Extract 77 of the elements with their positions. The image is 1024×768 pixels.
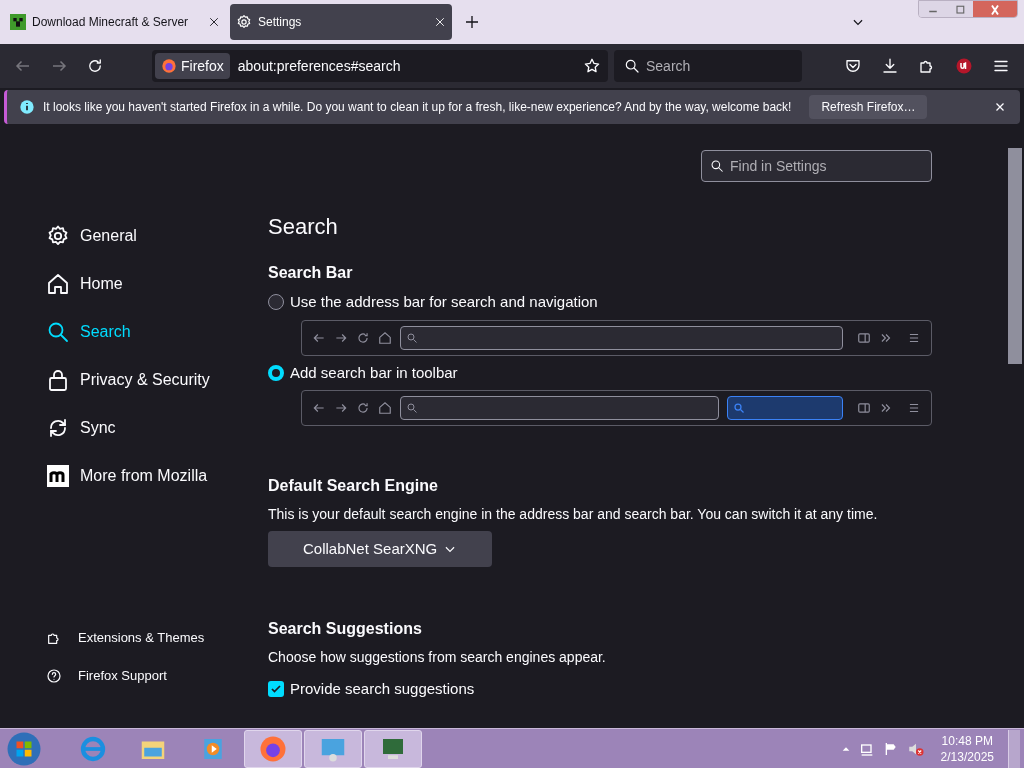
- scrollbar-thumb[interactable]: [1008, 148, 1022, 364]
- start-orb-icon[interactable]: [6, 730, 42, 767]
- engine-dropdown[interactable]: CollabNet SearXNG: [268, 531, 493, 567]
- search-icon: [733, 402, 745, 414]
- sidebar-icon: [857, 330, 871, 345]
- gear-icon: [236, 14, 252, 30]
- home-icon: [378, 401, 392, 415]
- sidebar-item[interactable]: General: [46, 212, 222, 260]
- search-field[interactable]: Search: [614, 50, 802, 82]
- sidebar-item[interactable]: More from Mozilla: [46, 452, 222, 500]
- browser-tab[interactable]: Settings: [230, 4, 452, 40]
- sidebar-link[interactable]: Firefox Support: [46, 664, 222, 688]
- pocket-icon[interactable]: [844, 57, 862, 75]
- identity-button[interactable]: Firefox: [155, 53, 230, 79]
- clock-date: 2/13/2025: [940, 748, 994, 765]
- mozilla-logo-icon: [46, 464, 70, 488]
- close-icon[interactable]: [208, 16, 220, 28]
- address-bar[interactable]: Firefox about:preferences#search: [152, 50, 608, 82]
- page-title: Search: [268, 213, 339, 241]
- puzzle-icon: [46, 630, 62, 646]
- sidebar-item[interactable]: Home: [46, 260, 222, 308]
- checkbox-label: Provide search suggestions: [290, 679, 475, 699]
- chevrons-icon: [879, 401, 893, 415]
- browser-tab[interactable]: Download Minecraft & Server: [4, 4, 226, 40]
- search-icon: [406, 402, 418, 414]
- section-heading: Search Bar: [268, 263, 354, 283]
- tab-title: Settings: [258, 14, 303, 31]
- section-description: Choose how suggestions from search engines appear.: [268, 648, 607, 667]
- sidebar-item[interactable]: Search: [46, 308, 222, 356]
- taskbar-button[interactable]: [244, 729, 302, 768]
- search-icon: [406, 331, 418, 344]
- taskbar-button[interactable]: [364, 729, 422, 768]
- section-description: This is your default search engine in the address bar and search bar. You can switch it at any time.: [268, 505, 879, 524]
- reload-icon: [356, 330, 370, 345]
- menu-icon: [907, 401, 921, 415]
- sidebar-icon: [857, 401, 871, 415]
- search-icon: [624, 58, 640, 74]
- search-placeholder: Search: [646, 56, 691, 76]
- taskbar-button[interactable]: [304, 729, 362, 768]
- help-icon: [46, 668, 62, 684]
- home-icon: [378, 330, 392, 345]
- radio-button[interactable]: [268, 364, 284, 381]
- reload-icon: [356, 401, 370, 415]
- clock-time: 10:48 PM: [941, 732, 993, 749]
- close-icon[interactable]: [994, 101, 1006, 113]
- notification-message: It looks like you haven't started Firefox in a while. Do you want to clean it up for a fresh, like-new experience? And by the way, welcome back!: [43, 99, 792, 116]
- gear-icon: [46, 224, 70, 248]
- sidebar-item[interactable]: Privacy & Security: [46, 356, 222, 404]
- refresh-button[interactable]: Refresh Firefox…: [809, 95, 928, 119]
- home-icon: [46, 272, 70, 296]
- bookmark-star-icon[interactable]: [583, 57, 601, 75]
- section-heading: Search Suggestions: [268, 619, 423, 639]
- section-heading: Default Search Engine: [268, 476, 439, 496]
- find-placeholder: Find in Settings: [730, 156, 827, 176]
- radio-label: Add search bar in toolbar: [290, 362, 458, 383]
- firefox-logo-icon: [161, 58, 177, 74]
- tab-title: Download Minecraft & Server: [32, 14, 190, 31]
- check-icon: [270, 683, 282, 696]
- lock-icon: [46, 368, 70, 392]
- radio-button[interactable]: [268, 294, 284, 311]
- search-icon: [710, 159, 724, 173]
- creeper-favicon-icon: [10, 14, 26, 30]
- info-icon: [19, 99, 35, 115]
- reload-icon[interactable]: [86, 57, 104, 75]
- forward-icon: [334, 401, 348, 415]
- radio-label: Use the address bar for search and navigation: [290, 292, 598, 312]
- find-in-settings-field[interactable]: Find in Settings: [701, 150, 932, 182]
- restore-icon[interactable]: [947, 1, 973, 17]
- search-icon: [46, 320, 70, 344]
- url-text: about:preferences#search: [237, 56, 402, 76]
- close-icon[interactable]: [434, 16, 446, 28]
- new-tab-icon[interactable]: [464, 14, 480, 30]
- sidebar-link[interactable]: Extensions & Themes: [46, 626, 222, 650]
- download-icon[interactable]: [881, 57, 899, 75]
- sidebar-item[interactable]: Sync: [46, 404, 222, 452]
- back-icon: [312, 401, 326, 415]
- checkbox[interactable]: [268, 681, 284, 698]
